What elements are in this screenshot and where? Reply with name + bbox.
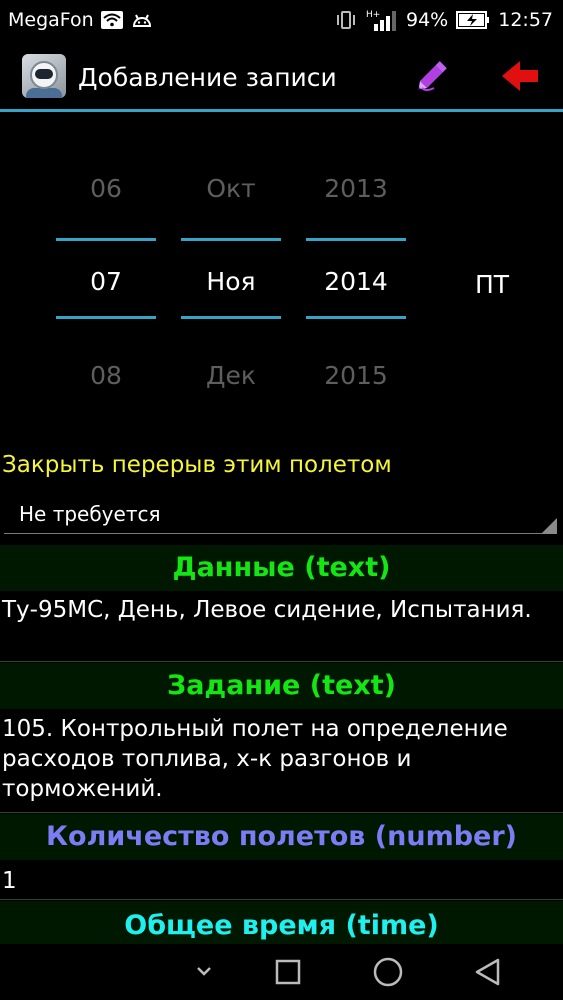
month-prev[interactable]: Окт	[181, 174, 281, 203]
year-prev[interactable]: 2013	[306, 174, 406, 203]
section-value-flight-count[interactable]: 1	[0, 866, 563, 898]
battery-charging-icon	[456, 11, 490, 29]
month-next[interactable]: Дек	[181, 361, 281, 390]
month-line-bottom	[181, 316, 281, 319]
day-next[interactable]: 08	[56, 361, 156, 390]
carrier-label: MegaFon	[8, 9, 94, 31]
edit-pencil-icon[interactable]	[410, 56, 454, 96]
date-picker: 06 07 08 Окт Ноя Дек 2013 2014 2015 ПТ	[0, 112, 563, 442]
day-current[interactable]: 07	[56, 267, 156, 296]
dropdown-corner-icon	[541, 518, 557, 534]
weekday-label: ПТ	[474, 270, 510, 299]
section-header-data: Данные (text)	[0, 545, 563, 591]
year-line-top	[306, 238, 406, 241]
month-wheel[interactable]: Окт Ноя Дек	[181, 112, 281, 442]
home-icon[interactable]	[368, 952, 408, 992]
day-line-top	[56, 238, 156, 241]
vibrate-icon	[337, 11, 355, 29]
section-header-total-time: Общее время (time)	[0, 901, 563, 944]
year-line-bottom	[306, 316, 406, 319]
app-pilot-icon[interactable]	[22, 54, 66, 98]
android-debug-icon	[132, 14, 151, 27]
navigation-bar	[0, 944, 563, 1000]
day-prev[interactable]: 06	[56, 174, 156, 203]
signal-icon: H+	[366, 10, 396, 31]
clock: 12:57	[498, 9, 553, 31]
day-line-bottom	[56, 316, 156, 319]
hide-keyboard-chevron-icon[interactable]	[184, 952, 224, 992]
svg-text:H+: H+	[366, 10, 380, 20]
recent-apps-icon[interactable]	[268, 952, 308, 992]
action-bar: Добавление записи	[0, 40, 563, 112]
month-line-top	[181, 238, 281, 241]
status-bar: MegaFon H+ 94% 12:57	[0, 0, 563, 40]
page-title: Добавление записи	[78, 63, 337, 92]
year-current[interactable]: 2014	[306, 267, 406, 296]
back-arrow-icon[interactable]	[498, 56, 542, 96]
break-dropdown-value: Не требуется	[19, 502, 161, 526]
section-divider	[0, 661, 563, 662]
year-wheel[interactable]: 2013 2014 2015	[306, 112, 406, 442]
day-wheel[interactable]: 06 07 08	[56, 112, 156, 442]
section-value-data[interactable]: Ту-95МС, День, Левое сидение, Испытания.	[0, 595, 563, 659]
section-value-task[interactable]: 105. Контрольный полет на определение ра…	[0, 714, 563, 810]
year-next[interactable]: 2015	[306, 361, 406, 390]
section-divider	[0, 899, 563, 900]
battery-percent: 94%	[406, 9, 449, 31]
wifi-icon	[100, 11, 123, 29]
section-divider	[0, 812, 563, 813]
dropdown-underline	[4, 533, 557, 534]
month-current[interactable]: Ноя	[181, 267, 281, 296]
break-field-label: Закрыть перерыв этим полетом	[2, 452, 392, 478]
section-header-flight-count: Количество полетов (number)	[0, 814, 563, 860]
back-nav-icon[interactable]	[468, 952, 508, 992]
section-header-task: Задание (text)	[0, 663, 563, 709]
break-dropdown[interactable]: Не требуется	[0, 494, 563, 538]
